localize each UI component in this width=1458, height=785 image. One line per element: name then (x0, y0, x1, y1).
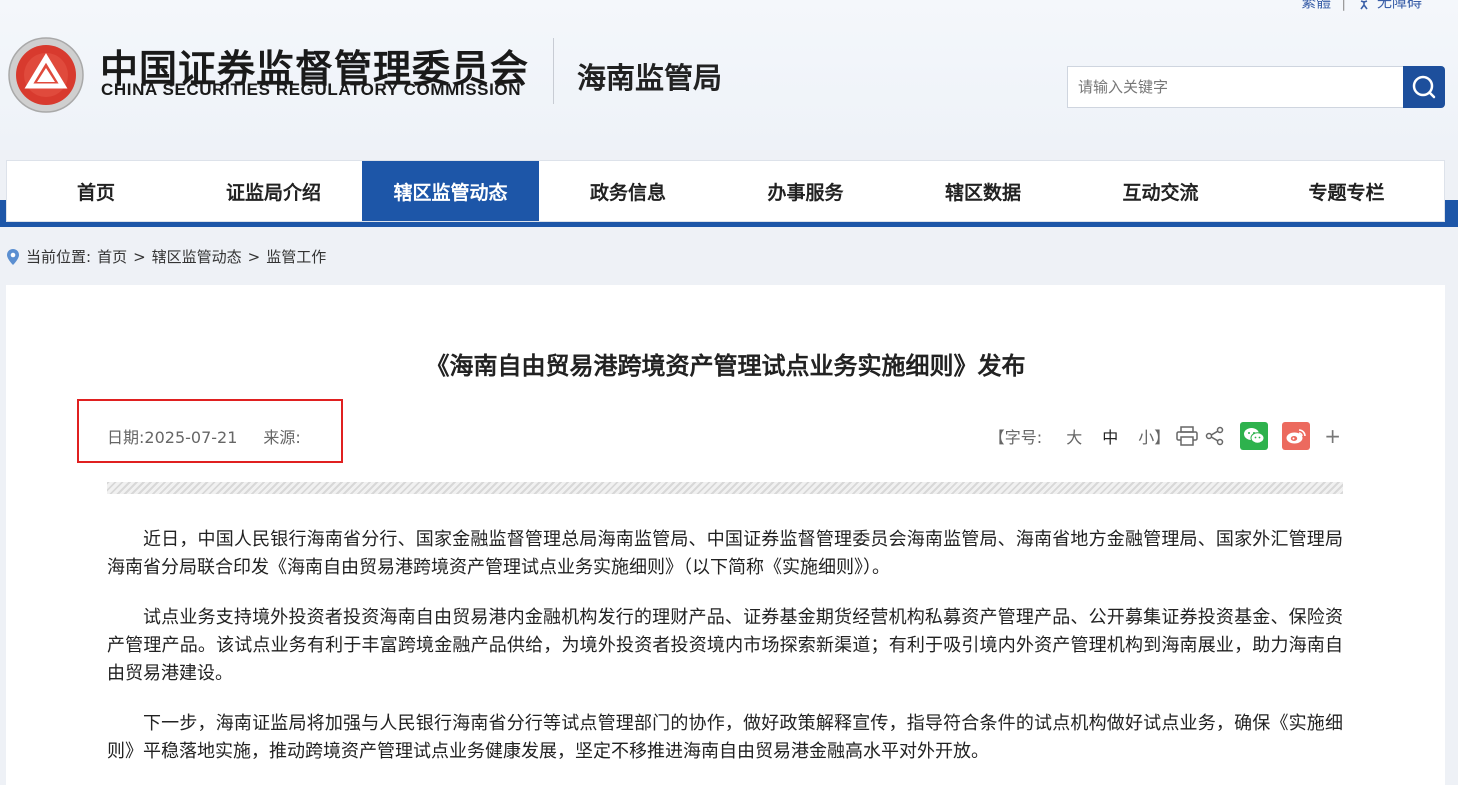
article-paragraph: 试点业务支持境外投资者投资海南自由贸易港内金融机构发行的理财产品、证券基金期货经… (107, 607, 1343, 684)
breadcrumb-prefix: 当前位置: (26, 248, 92, 266)
search-button[interactable] (1403, 66, 1445, 108)
nav-regional-dynamics[interactable]: 辖区监管动态 (362, 161, 539, 221)
nav-special-topics[interactable]: 专题专栏 (1249, 161, 1444, 221)
nav-services[interactable]: 办事服务 (717, 161, 894, 221)
more-share-button[interactable]: + (1324, 424, 1341, 448)
article-tools: 【字号: 大 中 小】 + (989, 422, 1341, 450)
site-header: 中国证券监督管理委员会 CHINA SECURITIES REGULATORY … (0, 0, 1458, 150)
date-label: 日期: (107, 428, 145, 447)
wechat-share-button[interactable] (1240, 422, 1269, 450)
font-size-label: 【字号: (988, 428, 1043, 447)
breadcrumb-separator: > (133, 247, 146, 266)
header-divider (553, 38, 554, 104)
accessibility-link[interactable]: 无障碍 (1356, 0, 1422, 12)
date-value: 2025-07-21 (144, 428, 238, 447)
source-label: 来源: (263, 428, 301, 447)
nav-regional-data[interactable]: 辖区数据 (894, 161, 1072, 221)
breadcrumb-separator: > (247, 247, 261, 266)
org-english-name: CHINA SECURITIES REGULATORY COMMISSION (101, 80, 522, 99)
breadcrumb-home[interactable]: 首页 (97, 246, 127, 267)
weibo-share-button[interactable] (1282, 422, 1311, 450)
search-input[interactable] (1067, 66, 1404, 108)
font-size-large[interactable]: 大 (1066, 424, 1082, 448)
nav-bureau-intro[interactable]: 证监局介绍 (185, 161, 362, 221)
accessibility-icon (1360, 0, 1368, 9)
csrc-logo-emblem[interactable] (6, 36, 86, 114)
article-title: 《海南自由贸易港跨境资产管理试点业务实施细则》发布 (425, 352, 1026, 380)
print-button[interactable] (1176, 425, 1198, 447)
location-pin-icon (7, 248, 19, 265)
nav-home[interactable]: 首页 (7, 161, 185, 221)
search-icon (1412, 75, 1436, 99)
nav-government-info[interactable]: 政务信息 (539, 161, 717, 221)
article-body: 近日，中国人民银行海南省分行、国家金融监督管理总局海南监管局、中国证券监督管理委… (107, 526, 1343, 785)
share-icon (1205, 426, 1224, 446)
divider-stripe (107, 482, 1343, 494)
main-nav: 首页 证监局介绍 辖区监管动态 政务信息 办事服务 辖区数据 互动交流 专题专栏 (6, 160, 1445, 222)
bureau-name: 海南监管局 (577, 61, 723, 95)
date-group: 日期:2025-07-21 (107, 424, 237, 448)
breadcrumb-supervision-work[interactable]: 监管工作 (266, 246, 326, 267)
article-paragraph: 近日，中国人民银行海南省分行、国家金融监督管理总局海南监管局、中国证券监督管理委… (107, 529, 1343, 578)
breadcrumb: 当前位置: 首页 > 辖区监管动态 > 监管工作 (6, 246, 326, 267)
link-separator: | (1341, 0, 1347, 11)
traditional-chinese-link[interactable]: 繁體 (1301, 0, 1331, 12)
print-icon (1176, 426, 1198, 446)
share-button[interactable] (1204, 425, 1226, 447)
accessibility-label: 无障碍 (1376, 0, 1422, 11)
font-size-small[interactable]: 小】 (1138, 424, 1170, 448)
article-paragraph: 下一步，海南证监局将加强与人民银行海南省分行等试点管理部门的协作，做好政策解释宣… (107, 713, 1343, 762)
weibo-icon (1286, 429, 1307, 444)
font-size-medium[interactable]: 中 (1102, 424, 1118, 448)
wechat-icon (1244, 428, 1265, 444)
top-utility-links: 繁體 | 无障碍 (1301, 0, 1422, 12)
article-container: 《海南自由贸易港跨境资产管理试点业务实施细则》发布 日期:2025-07-21 … (6, 285, 1445, 785)
breadcrumb-regional-dynamics[interactable]: 辖区监管动态 (152, 246, 242, 267)
article-meta: 日期:2025-07-21 来源: (107, 424, 301, 448)
nav-interaction[interactable]: 互动交流 (1072, 161, 1249, 221)
